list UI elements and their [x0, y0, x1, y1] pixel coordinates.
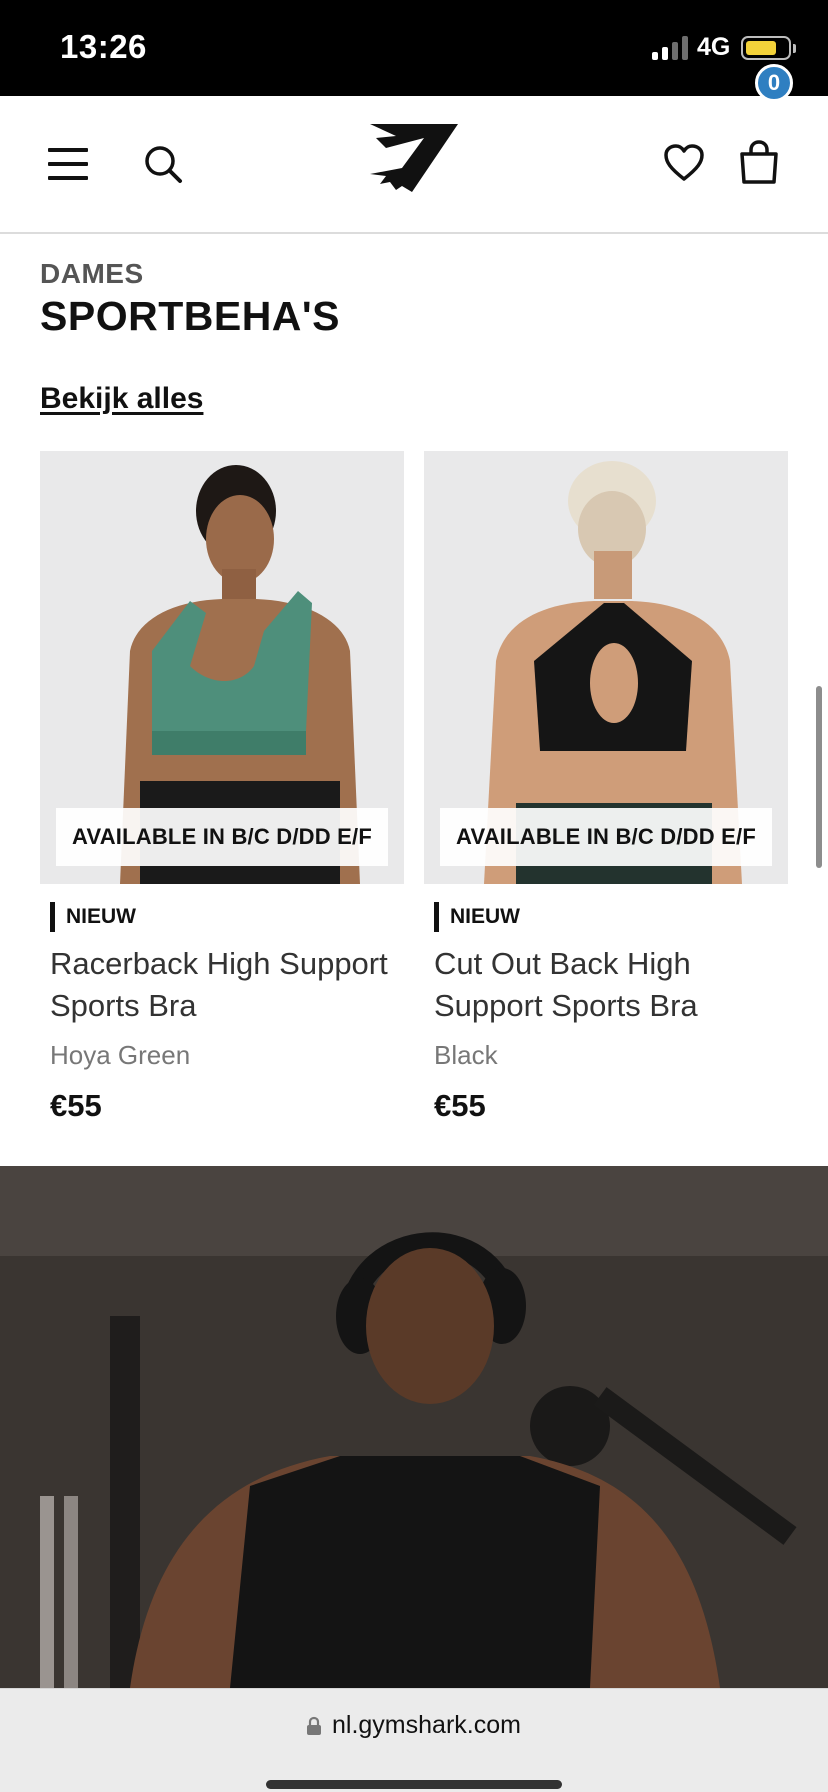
battery-level: [746, 41, 776, 55]
view-all-link[interactable]: Bekijk alles: [40, 382, 203, 416]
url-text[interactable]: nl.gymshark.com: [332, 1711, 521, 1740]
tag-marker: [50, 902, 55, 932]
status-bar: 13:26 4G: [0, 0, 828, 96]
bag-icon[interactable]: [738, 140, 780, 184]
browser-url-bar[interactable]: nl.gymshark.com: [0, 1688, 828, 1792]
heart-icon[interactable]: [664, 144, 704, 182]
network-label: 4G: [697, 33, 731, 61]
status-time: 13:26: [60, 28, 147, 65]
home-indicator[interactable]: [266, 1780, 562, 1789]
tag-label: NIEUW: [450, 905, 520, 928]
battery-tip: [793, 44, 796, 53]
product-card[interactable]: AVAILABLE IN B/C D/DD E/F NIEUW Cut Out …: [424, 451, 788, 1023]
tag-marker: [434, 902, 439, 932]
availability-badge: AVAILABLE IN B/C D/DD E/F: [440, 808, 772, 866]
product-price: €55: [50, 1088, 102, 1123]
hero-image[interactable]: [0, 1166, 828, 1688]
cart-count-badge[interactable]: 0: [755, 64, 793, 102]
gymshark-logo[interactable]: [366, 124, 460, 196]
product-price: €55: [434, 1088, 486, 1123]
product-color: Black: [434, 1040, 498, 1070]
product-name[interactable]: Racerback High Support Sports Bra: [50, 943, 404, 1027]
search-icon[interactable]: [143, 144, 183, 184]
signal-icon: [652, 36, 688, 60]
site-header: [0, 96, 828, 234]
lock-icon: [306, 1716, 322, 1736]
product-card[interactable]: AVAILABLE IN B/C D/DD E/F NIEUW Racerbac…: [40, 451, 404, 1023]
battery-icon: [741, 36, 791, 60]
page: 13:26 4G 0 DAMES SPORTBEHA'S Bekijk alle…: [0, 0, 828, 1792]
product-image[interactable]: AVAILABLE IN B/C D/DD E/F: [40, 451, 404, 884]
scrollbar[interactable]: [816, 686, 822, 868]
category-title: SPORTBEHA'S: [40, 293, 341, 339]
menu-icon[interactable]: [48, 148, 88, 180]
tag-label: NIEUW: [66, 905, 136, 928]
availability-badge: AVAILABLE IN B/C D/DD E/F: [56, 808, 388, 866]
product-name[interactable]: Cut Out Back High Support Sports Bra: [434, 943, 788, 1027]
category-subtitle: DAMES: [40, 258, 144, 289]
product-color: Hoya Green: [50, 1040, 191, 1070]
product-image[interactable]: AVAILABLE IN B/C D/DD E/F: [424, 451, 788, 884]
